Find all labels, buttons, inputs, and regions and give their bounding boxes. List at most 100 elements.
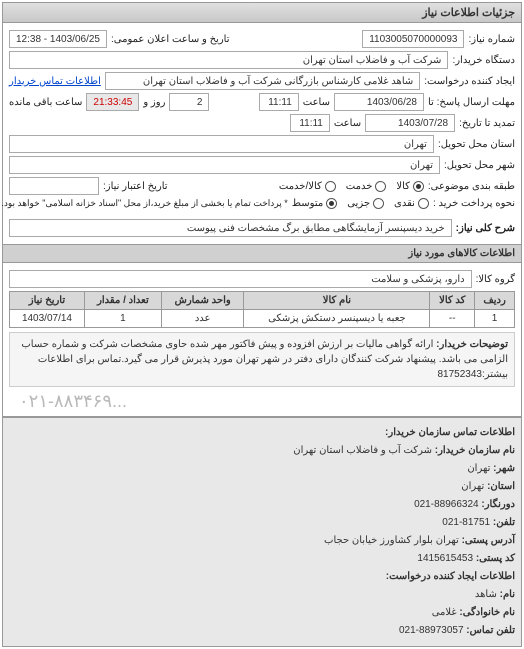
- radio-partial-circle: [373, 198, 384, 209]
- radio-goods-circle: [413, 181, 424, 192]
- radio-mid-circle: [326, 198, 337, 209]
- province-label: استان:: [487, 481, 515, 492]
- panel-title: جزئیات اطلاعات نیاز: [3, 3, 521, 23]
- category-label: طبقه بندی موضوعی:: [428, 181, 515, 192]
- city-label: شهر:: [493, 463, 515, 474]
- contact-section: اطلاعات تماس سازمان خریدار: نام سازمان خ…: [3, 416, 521, 646]
- radio-partial-label: جزیی: [347, 198, 370, 209]
- th-row: ردیف: [475, 292, 515, 310]
- th-unit: واحد شمارش: [161, 292, 244, 310]
- lastname-value: غلامی: [432, 607, 457, 618]
- requester-label: ایجاد کننده درخواست:: [424, 76, 515, 87]
- radio-cash-label: نقدی: [394, 198, 415, 209]
- td-date: 1403/07/14: [10, 310, 85, 328]
- radio-service[interactable]: خدمت: [346, 181, 387, 192]
- city-value: تهران: [467, 463, 490, 474]
- deadline-time: 11:11: [259, 93, 299, 111]
- delivery-city-label: شهر محل تحویل:: [444, 160, 515, 171]
- name-value: شاهد: [475, 589, 497, 600]
- payment-radio-group: نقدی جزیی متوسط: [292, 198, 429, 209]
- radio-goods-label: کالا: [396, 181, 410, 192]
- th-code: کد کالا: [430, 292, 475, 310]
- th-name: نام کالا: [244, 292, 430, 310]
- time-label-2: ساعت: [334, 118, 361, 129]
- radio-cash[interactable]: نقدی: [394, 198, 429, 209]
- table-row: 1 -- جعبه یا دیسپنسر دستکش پزشکی عدد 1 1…: [10, 310, 515, 328]
- postal-label: کد پستی:: [476, 553, 515, 564]
- time-remain-label: ساعت باقی مانده: [9, 97, 82, 108]
- td-name: جعبه یا دیسپنسر دستکش پزشکی: [244, 310, 430, 328]
- td-code: --: [430, 310, 475, 328]
- deadline-date: 1403/06/28: [334, 93, 424, 111]
- radio-credit-label: کالا/خدمت: [279, 181, 322, 192]
- need-number-value: 1103005070000093: [362, 30, 464, 48]
- address-label: آدرس پستی:: [462, 535, 515, 546]
- org-value: شرکت آب و فاضلاب استان تهران: [293, 445, 432, 456]
- notes-label: توضیحات خریدار:: [436, 339, 508, 350]
- buyer-notes-box: توضیحات خریدار: ارائه گواهی مالیات بر ار…: [9, 332, 515, 387]
- time-remain: 21:33:45: [86, 93, 139, 111]
- td-unit: عدد: [161, 310, 244, 328]
- deadline-label: مهلت ارسال پاسخ: تا: [428, 97, 515, 108]
- delivery-city-value: تهران: [9, 156, 440, 174]
- name-label: نام:: [500, 589, 515, 600]
- org-label: نام سازمان خریدار:: [435, 445, 515, 456]
- announce-value: 1403/06/25 - 12:38: [9, 30, 107, 48]
- lastname-label: نام خانوادگی:: [459, 607, 515, 618]
- th-qty: تعداد / مقدار: [84, 292, 161, 310]
- delivery-province-label: استان محل تحویل:: [438, 139, 515, 150]
- fax-value: 88966324-021: [414, 499, 479, 510]
- radio-credit-circle: [325, 181, 336, 192]
- contact-title: اطلاعات تماس سازمان خریدار:: [9, 424, 515, 442]
- th-date: تاریخ نیاز: [10, 292, 85, 310]
- desc-value: خرید دیسپنسر آزمایشگاهی مطابق برگ مشخصات…: [9, 219, 452, 237]
- address-value: تهران بلوار کشاورز خیابان حجاب: [324, 535, 459, 546]
- buyer-device-value: شرکت آب و فاضلاب استان تهران: [9, 51, 448, 69]
- extend-date: 1403/07/28: [365, 114, 455, 132]
- radio-service-label: خدمت: [346, 181, 373, 192]
- phone-value: 81751-021: [442, 517, 490, 528]
- contact-phone-value: 88973057-021: [399, 625, 464, 636]
- goods-section-header: اطلاعات کالاهای مورد نیاز: [3, 244, 521, 263]
- main-fields-section: شماره نیاز: 1103005070000093 تاریخ و ساع…: [3, 23, 521, 244]
- goods-group-label: گروه کالا:: [476, 274, 515, 285]
- extend-label: تمدید تا تاریخ:: [459, 118, 515, 129]
- category-radio-group: کالا خدمت کالا/خدمت: [279, 181, 424, 192]
- credit-date-value: [9, 177, 99, 195]
- td-row: 1: [475, 310, 515, 328]
- announce-label: تاریخ و ساعت اعلان عمومی:: [111, 34, 230, 45]
- extend-time: 11:11: [290, 114, 330, 132]
- goods-table: ردیف کد کالا نام کالا واحد شمارش تعداد /…: [9, 291, 515, 328]
- radio-mid-label: متوسط: [292, 198, 323, 209]
- province-value: تهران: [461, 481, 484, 492]
- goods-group-value: دارو، پزشکی و سلامت: [9, 270, 472, 288]
- buyer-device-label: دستگاه خریدار:: [452, 55, 515, 66]
- contact-link[interactable]: اطلاعات تماس خریدار: [9, 76, 101, 87]
- postal-value: 1415615453: [417, 553, 473, 564]
- requester-value: شاهد غلامی کارشناس بازرگانی شرکت آب و فا…: [105, 72, 420, 90]
- desc-label: شرح کلی نیاز:: [456, 223, 515, 234]
- payment-note: * پرداخت تمام یا بخشی از مبلغ خرید،از مح…: [1, 198, 287, 209]
- radio-goods[interactable]: کالا: [396, 181, 424, 192]
- td-qty: 1: [84, 310, 161, 328]
- days-and-label: روز و: [143, 97, 165, 108]
- fax-label: دورنگار:: [481, 499, 515, 510]
- radio-service-circle: [375, 181, 386, 192]
- time-label-1: ساعت: [303, 97, 330, 108]
- need-number-label: شماره نیاز:: [468, 34, 515, 45]
- radio-cash-circle: [418, 198, 429, 209]
- delivery-province-value: تهران: [9, 135, 434, 153]
- credit-date-label: تاریخ اعتبار نیاز:: [103, 181, 168, 192]
- watermark-text: ۰۲۱-۸۸۳۴۶۹...: [9, 391, 515, 412]
- table-header-row: ردیف کد کالا نام کالا واحد شمارش تعداد /…: [10, 292, 515, 310]
- details-panel: جزئیات اطلاعات نیاز شماره نیاز: 11030050…: [2, 2, 522, 647]
- phone-label: تلفن:: [493, 517, 515, 528]
- notes-text: ارائه گواهی مالیات بر ارزش افزوده و پیش …: [21, 339, 508, 380]
- payment-label: نحوه پرداخت خرید :: [433, 198, 515, 209]
- radio-mid[interactable]: متوسط: [292, 198, 337, 209]
- radio-partial[interactable]: جزیی: [347, 198, 384, 209]
- creator-section-title: اطلاعات ایجاد کننده درخواست:: [9, 568, 515, 586]
- contact-phone-label: تلفن تماس:: [466, 625, 515, 636]
- days-remain: 2: [169, 93, 209, 111]
- radio-credit[interactable]: کالا/خدمت: [279, 181, 336, 192]
